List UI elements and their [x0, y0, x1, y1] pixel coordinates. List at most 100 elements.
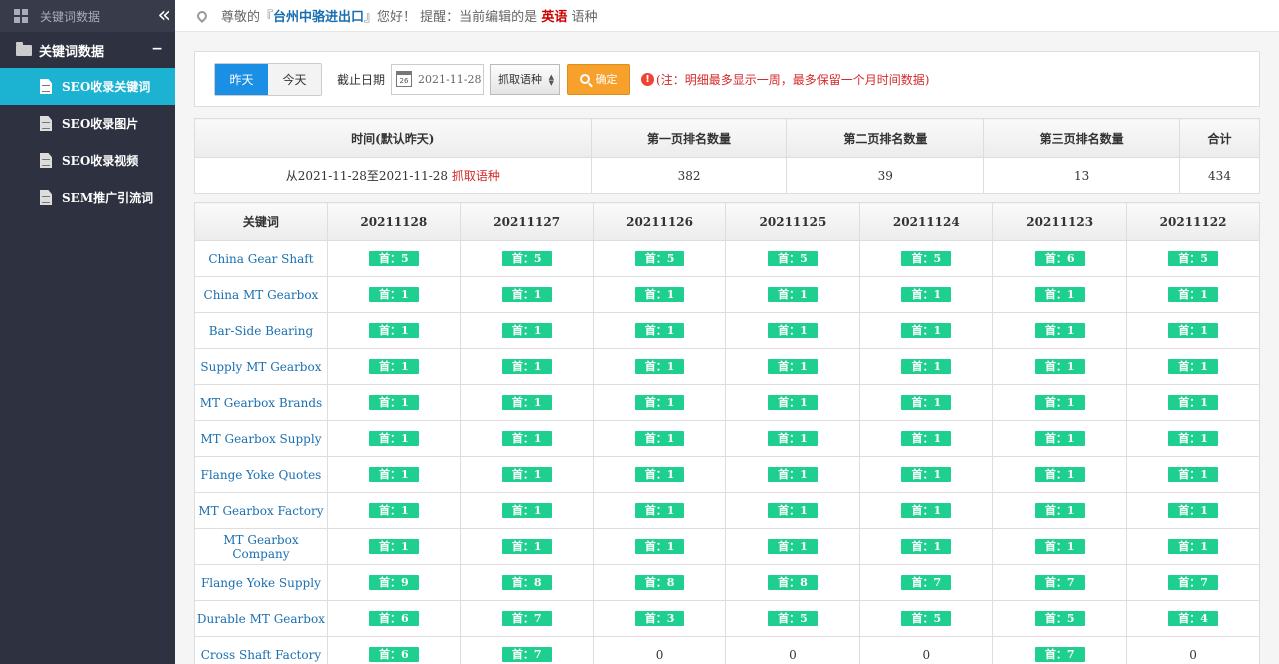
rank-cell: 首：8	[459, 564, 594, 601]
rank-cell: 首：1	[1126, 420, 1260, 457]
rank-badge: 首：5	[368, 251, 419, 266]
rank-badge: 首：1	[501, 395, 552, 410]
rank-badge: 首：1	[768, 287, 818, 302]
rank-badge: 首：1	[1034, 287, 1085, 302]
filter-note: ! (注：明细最多显示一周，最多保留一个月时间数据)	[641, 71, 929, 88]
keyword-link[interactable]: MT Gearbox Factory	[194, 492, 328, 529]
rank-badge: 首：1	[1168, 323, 1218, 338]
group-collapse-icon[interactable]: −	[151, 41, 163, 57]
rank-cell: 首：1	[326, 492, 461, 529]
rank-cell: 首：1	[459, 528, 594, 565]
keyword-link[interactable]: MT Gearbox Company	[194, 528, 328, 565]
rank-badge: 首：8	[634, 575, 685, 590]
sidebar-item-label: SEO收录关键词	[62, 80, 151, 94]
rank-badge: 首：7	[901, 575, 952, 590]
summary-row: 从2021-11-28至2021-11-28 抓取语种 382 39 13 43…	[194, 157, 1260, 194]
rank-cell: 首：1	[459, 276, 594, 313]
keyword-rank-table: 关键词 20211128 20211127 20211126 20211125 20211…	[194, 202, 1260, 664]
rank-cell: 首：1	[592, 456, 727, 493]
rank-cell: 0	[725, 636, 861, 664]
rank-cell: 首：1	[459, 420, 594, 457]
rank-cell: 0	[859, 636, 994, 664]
rank-badge: 首：1	[1034, 539, 1085, 554]
calendar-icon[interactable]: 26	[396, 71, 413, 87]
table-row: Bar-Side Bearing 首：1 首：1 首：1 首：1 首：1 首：1 首：1	[194, 312, 1260, 349]
language-select[interactable]: 抓取语种 ▲ ▼	[490, 63, 561, 95]
column-header: 合计	[1179, 118, 1260, 158]
document-icon	[40, 79, 52, 94]
rank-badge: 首：1	[1034, 467, 1085, 482]
rank-cell: 首：7	[459, 600, 594, 637]
column-header: 第二页排名数量	[786, 118, 985, 158]
rank-cell: 首：1	[326, 348, 461, 385]
rank-cell: 首：1	[1126, 348, 1260, 385]
keyword-link[interactable]: Bar-Side Bearing	[194, 312, 328, 349]
keyword-link[interactable]: MT Gearbox Supply	[194, 420, 328, 457]
keyword-link[interactable]: Flange Yoke Supply	[194, 564, 328, 601]
rank-badge: 首：1	[1034, 323, 1085, 338]
rank-badge: 首：1	[1034, 503, 1085, 518]
sidebar-group-label: 关键词数据	[39, 44, 105, 60]
rank-badge: 首：1	[634, 503, 685, 518]
today-button[interactable]: 今天	[268, 63, 321, 95]
rank-cell: 首：1	[859, 276, 994, 313]
column-header-date: 20211122	[1126, 202, 1260, 241]
rank-badge: 首：1	[634, 431, 685, 446]
rank-cell: 首：1	[1126, 456, 1260, 493]
keyword-link[interactable]: Flange Yoke Quotes	[194, 456, 328, 493]
rank-badge: 首：1	[768, 503, 818, 518]
sidebar-item-seo-keywords[interactable]: SEO收录关键词	[0, 68, 175, 105]
keyword-link[interactable]: Cross Shaft Factory	[194, 636, 328, 664]
keyword-link[interactable]: Durable MT Gearbox	[194, 600, 328, 637]
rank-badge: 首：1	[1168, 467, 1218, 482]
rank-cell: 首：1	[992, 348, 1128, 385]
rank-cell: 首：4	[1126, 600, 1260, 637]
sidebar-item-seo-images[interactable]: SEO收录图片	[0, 105, 175, 142]
rank-cell: 首：1	[592, 528, 727, 565]
keyword-link[interactable]: China MT Gearbox	[194, 276, 328, 313]
keyword-link[interactable]: MT Gearbox Brands	[194, 384, 328, 421]
sidebar-item-sem-keywords[interactable]: SEM推广引流词	[0, 179, 175, 216]
search-icon	[579, 74, 590, 84]
summary-table: 时间(默认昨天) 第一页排名数量 第二页排名数量 第三页排名数量 合计 从202…	[194, 118, 1260, 194]
rank-cell: 首：1	[592, 492, 727, 529]
rank-badge: 首：1	[501, 539, 552, 554]
rank-cell: 首：1	[592, 276, 727, 313]
location-pin-icon	[194, 8, 210, 23]
date-input[interactable]: 26 2021-11-28	[391, 63, 485, 95]
rank-cell: 首：1	[859, 384, 994, 421]
rank-badge: 首：1	[901, 467, 952, 482]
collapse-icon[interactable]: «	[158, 3, 172, 28]
rank-cell: 0	[1126, 636, 1260, 664]
rank-badge: 首：1	[1034, 395, 1085, 410]
rank-badge: 首：7	[1168, 575, 1218, 590]
rank-badge: 首：1	[768, 359, 818, 374]
day-toggle: 昨天 今天	[214, 62, 322, 96]
keyword-link[interactable]: China Gear Shaft	[194, 240, 328, 277]
yesterday-button[interactable]: 昨天	[215, 63, 268, 95]
sidebar-item-label: SEO收录视频	[62, 154, 139, 168]
rank-badge: 首：4	[1168, 611, 1218, 626]
rank-cell: 首：1	[725, 276, 861, 313]
confirm-button[interactable]: 确定	[567, 63, 631, 95]
rank-badge: 首：8	[768, 575, 818, 590]
filter-note-text: (注：明细最多显示一周，最多保留一个月时间数据)	[656, 72, 930, 87]
rank-cell: 首：3	[592, 600, 727, 637]
rank-badge: 首：1	[1034, 359, 1085, 374]
detail-header-row: 关键词 20211128 20211127 20211126 20211125 20211…	[194, 202, 1260, 241]
greeting-suffix: 语种	[571, 10, 598, 25]
filter-bar: 昨天 今天 截止日期 26 2021-11-28 抓取语种 ▲ ▼ 确定 ! (注…	[194, 51, 1260, 107]
keyword-link[interactable]: Supply MT Gearbox	[194, 348, 328, 385]
rank-badge: 首：1	[768, 431, 818, 446]
sidebar-group-keyword-data[interactable]: 关键词数据 −	[0, 32, 175, 68]
rank-badge: 首：5	[1034, 611, 1085, 626]
range-language: 抓取语种	[451, 169, 500, 183]
warning-icon: !	[641, 72, 655, 86]
sidebar-item-seo-videos[interactable]: SEO收录视频	[0, 142, 175, 179]
rank-cell: 首：7	[1126, 564, 1260, 601]
rank-cell: 首：1	[725, 492, 861, 529]
column-header-date: 20211125	[725, 202, 861, 241]
date-label: 截止日期	[337, 72, 386, 87]
rank-badge: 首：1	[1168, 503, 1218, 518]
rank-badge: 首：7	[1034, 647, 1085, 662]
